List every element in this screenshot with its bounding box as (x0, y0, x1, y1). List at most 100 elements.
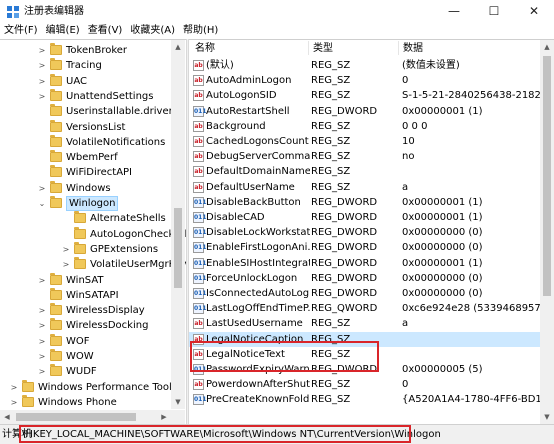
tree-item[interactable]: WbemPerf (0, 150, 171, 165)
chevron-right-icon[interactable]: > (37, 74, 47, 89)
menu-view[interactable]: 查看(V) (84, 24, 127, 38)
chevron-right-icon[interactable]: > (37, 349, 47, 364)
menu-edit[interactable]: 编辑(E) (42, 24, 84, 38)
list-item[interactable]: 011 EnableFirstLogonAni... REG_DWORD 0x0000… (189, 240, 554, 255)
tree-item[interactable]: > WirelessDisplay (0, 303, 171, 318)
menu-help[interactable]: 帮助(H) (179, 24, 222, 38)
chevron-right-icon[interactable]: > (37, 181, 47, 196)
value-data: {A520A1A4-1780-4FF6-BD18-16 (402, 394, 554, 406)
list-item[interactable]: 011 DisableCAD REG_DWORD 0x00000001 (1) (189, 210, 554, 225)
tree-scroll-thumb[interactable] (174, 208, 182, 288)
list-item[interactable]: ab AutoAdminLogon REG_SZ 0 (189, 73, 554, 88)
registry-tree[interactable]: > TokenBroker > Tracing > UAC > UnattendSetting… (0, 39, 186, 424)
list-item[interactable]: ab PowerdownAfterShut... REG_SZ 0 (189, 377, 554, 392)
value-type: REG_SZ (311, 166, 351, 178)
tree-item[interactable]: > WOW (0, 349, 171, 364)
list-item[interactable]: 011 IsConnectedAutoLog... REG_DWORD 0x00000… (189, 286, 554, 301)
value-type: REG_DWORD (311, 196, 378, 208)
chevron-right-icon[interactable]: > (9, 395, 19, 410)
menu-file[interactable]: 文件(F) (0, 24, 42, 38)
tree-item[interactable]: > Windows (0, 180, 171, 196)
tree-item[interactable]: > GPExtensions (0, 241, 171, 257)
list-item[interactable]: ab DefaultDomainName REG_SZ (189, 164, 554, 179)
chevron-right-icon[interactable]: > (37, 89, 47, 104)
list-item[interactable]: 011 DisableLockWorkstat... REG_DWORD 0x0000… (189, 225, 554, 240)
tree-item[interactable]: > Tracing (0, 58, 171, 73)
tree-item[interactable]: > VolatileUserMgrKey (0, 257, 186, 272)
scroll-up-icon[interactable]: ▲ (171, 40, 185, 54)
list-item[interactable]: 011 EnableSIHostIntegrat... REG_DWORD 0x000… (189, 256, 554, 271)
value-name: EnableSIHostIntegrat... (206, 257, 310, 269)
list-scroll-thumb[interactable] (543, 56, 551, 296)
list-item[interactable]: 011 LastLogOffEndTimeP... REG_QWORD 0xc6e92… (189, 301, 554, 316)
tree-item[interactable]: VolatileNotifications (0, 134, 171, 150)
close-button[interactable]: ✕ (514, 0, 554, 22)
chevron-right-icon[interactable]: > (37, 43, 47, 58)
tree-item[interactable]: > WinSAT (0, 272, 171, 288)
column-header-type[interactable]: 类型 (309, 41, 333, 56)
tree-item[interactable]: > Windows Phone (0, 394, 171, 410)
list-item[interactable]: ab AutoLogonSID REG_SZ S-1-5-21-2840256438-… (189, 88, 554, 103)
tree-item[interactable]: ⌄ Winlogon (0, 196, 171, 211)
menu-favorites[interactable]: 收藏夹(A) (126, 24, 179, 38)
list-item[interactable]: ab Background REG_SZ 0 0 0 (189, 119, 554, 134)
list-item[interactable]: ab CachedLogonsCount REG_SZ 10 (189, 134, 554, 149)
title-bar: 注册表编辑器 — ☐ ✕ (0, 0, 554, 24)
column-header-data[interactable]: 数据 (399, 41, 423, 56)
value-name: DisableCAD (206, 212, 265, 223)
tree-item[interactable]: > UAC (0, 73, 171, 89)
chevron-right-icon[interactable]: > (37, 58, 47, 73)
scroll-left-icon[interactable]: ◀ (0, 410, 14, 424)
scroll-down-icon[interactable]: ▼ (540, 410, 554, 424)
chevron-right-icon[interactable]: > (61, 257, 71, 272)
tree-item[interactable]: WinSATAPI (0, 287, 171, 303)
tree-item[interactable]: AutoLogonChecked (0, 226, 186, 242)
tree-horizontal-scrollbar[interactable]: ◀ ▶ (0, 410, 171, 424)
maximize-button[interactable]: ☐ (474, 0, 514, 22)
value-type: REG_DWORD (311, 227, 378, 239)
chevron-right-icon[interactable]: > (37, 334, 47, 349)
column-header-name[interactable]: 名称 (191, 41, 215, 56)
list-item[interactable]: ab LastUsedUsername REG_SZ a (189, 316, 554, 331)
list-item[interactable]: 011 DisableBackButton REG_DWORD 0x00000001 … (189, 195, 554, 210)
chevron-right-icon[interactable]: > (9, 380, 19, 395)
chevron-right-icon[interactable]: > (37, 273, 47, 288)
value-name: AutoRestartShell (206, 105, 290, 117)
tree-item[interactable]: > Windows Performance Toolkit (0, 379, 184, 395)
list-item[interactable]: 011 AutoRestartShell REG_DWORD 0x00000001 (… (189, 104, 554, 119)
folder-icon (50, 272, 62, 285)
scroll-down-icon[interactable]: ▼ (171, 395, 185, 409)
chevron-right-icon[interactable]: > (61, 242, 71, 257)
tree-item[interactable]: > WUDF (0, 364, 171, 379)
list-item[interactable]: 011 PreCreateKnownFold... REG_SZ {A520A1A4-… (189, 392, 554, 407)
tree-item[interactable]: VersionsList (0, 119, 171, 135)
chevron-right-icon[interactable]: > (37, 303, 47, 318)
tree-item[interactable]: > WOF (0, 333, 171, 349)
chevron-right-icon[interactable]: > (37, 318, 47, 333)
list-item[interactable]: ab DebugServerComma... REG_SZ no (189, 149, 554, 164)
tree-item-label: TokenBroker (66, 45, 128, 56)
folder-icon (50, 349, 62, 361)
folder-icon (50, 333, 62, 346)
tree-hscroll-thumb[interactable] (16, 413, 136, 421)
tree-item[interactable]: > TokenBroker (0, 43, 171, 58)
list-item[interactable]: ab (默认) REG_SZ (数值未设置) (189, 58, 554, 73)
tree-item[interactable]: > UnattendSettings (0, 88, 171, 104)
tree-item[interactable]: AlternateShells (0, 211, 171, 226)
list-item[interactable]: 011 ForceUnlockLogon REG_DWORD 0x00000000 (… (189, 271, 554, 286)
tree-vertical-scrollbar[interactable]: ▲ ▼ (171, 40, 185, 409)
list-item[interactable]: ab DefaultUserName REG_SZ a (189, 180, 554, 195)
value-name: CachedLogonsCount (206, 136, 309, 147)
chevron-right-icon[interactable]: > (37, 364, 47, 379)
string-value-icon: ab (193, 60, 204, 71)
tree-item[interactable]: WiFiDirectAPI (0, 165, 171, 180)
value-data: 0x00000001 (1) (402, 105, 483, 117)
chevron-down-icon[interactable]: ⌄ (37, 196, 47, 211)
list-vertical-scrollbar[interactable]: ▲ ▼ (540, 40, 554, 424)
scroll-right-icon[interactable]: ▶ (157, 410, 171, 424)
scroll-up-icon[interactable]: ▲ (540, 40, 554, 54)
minimize-button[interactable]: — (434, 0, 474, 22)
tree-item-label: VersionsList (66, 121, 126, 133)
tree-item[interactable]: Userinstallable.drivers (0, 104, 178, 119)
tree-item[interactable]: > WirelessDocking (0, 318, 171, 333)
